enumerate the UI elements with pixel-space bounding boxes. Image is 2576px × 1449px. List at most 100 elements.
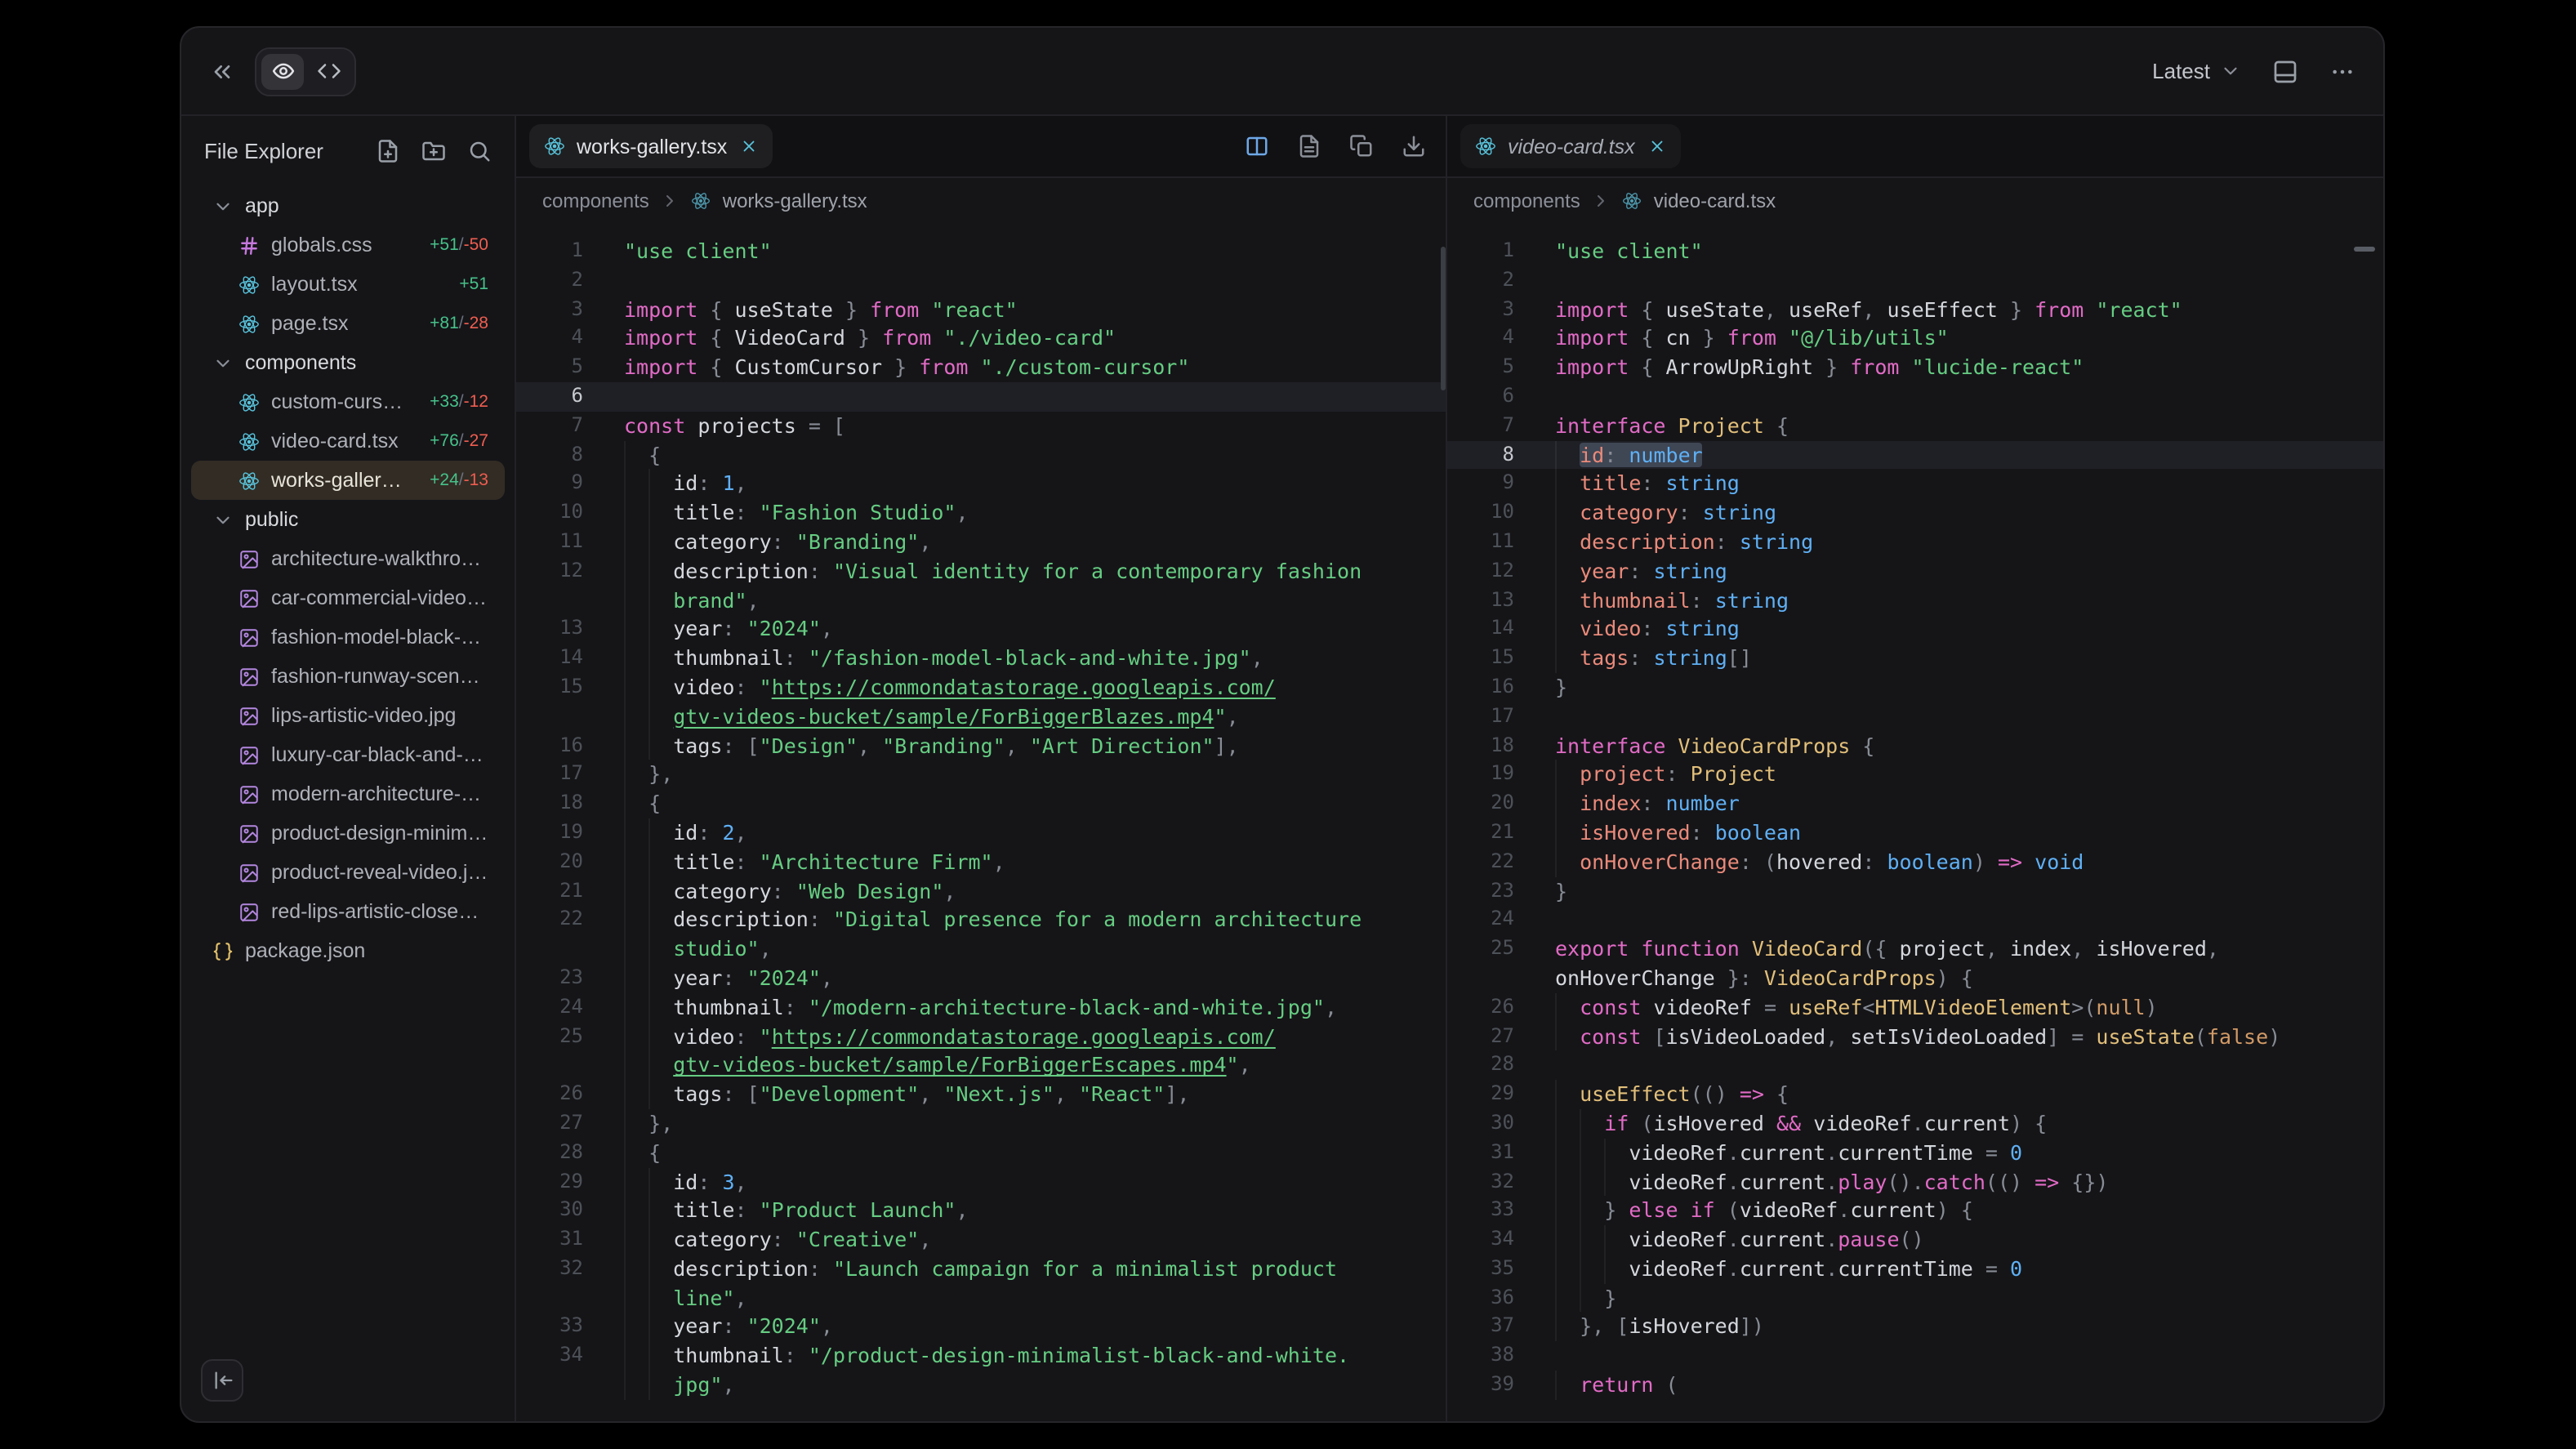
tab-video-card[interactable]: video-card.tsx xyxy=(1460,124,1681,168)
code-line-25[interactable]: 25export function VideoCard({ project, i… xyxy=(1447,934,2383,964)
code-line-28[interactable]: 28 { xyxy=(516,1138,1446,1167)
code-toggle-button[interactable] xyxy=(307,53,350,89)
code-line-33[interactable]: 33 year: "2024", xyxy=(516,1313,1446,1342)
code-line-14[interactable]: 14 video: string xyxy=(1447,615,2383,644)
code-line-12[interactable]: 12 description: "Visual identity for a c… xyxy=(516,557,1446,586)
code-line-22[interactable]: 22 onHoverChange: (hovered: boolean) => … xyxy=(1447,847,2383,876)
code-line-9[interactable]: 9 title: string xyxy=(1447,470,2383,499)
code-line-3[interactable]: 3import { useState } from "react" xyxy=(516,295,1446,324)
code-line-19[interactable]: 19 id: 2, xyxy=(516,818,1446,848)
code-line-wrap[interactable]: line", xyxy=(516,1283,1446,1313)
split-view-button[interactable] xyxy=(1245,134,1269,158)
search-button[interactable] xyxy=(467,138,492,163)
code-line-36[interactable]: 36 } xyxy=(1447,1283,2383,1313)
code-line-31[interactable]: 31 category: "Creative", xyxy=(516,1225,1446,1255)
code-line-wrap[interactable]: jpg", xyxy=(516,1371,1446,1400)
code-line-wrap[interactable]: onHoverChange }: VideoCardProps) { xyxy=(1447,964,2383,993)
code-line-38[interactable]: 38 xyxy=(1447,1342,2383,1371)
code-line-8[interactable]: 8 { xyxy=(516,440,1446,470)
file-item-custom-curs[interactable]: custom-curs…+33/-12 xyxy=(191,382,505,421)
code-line-18[interactable]: 18 { xyxy=(516,789,1446,818)
close-tab-icon[interactable] xyxy=(1648,137,1666,155)
code-line-5[interactable]: 5import { CustomCursor } from "./custom-… xyxy=(516,353,1446,382)
code-line-35[interactable]: 35 videoRef.current.currentTime = 0 xyxy=(1447,1255,2383,1284)
code-line-20[interactable]: 20 title: "Architecture Firm", xyxy=(516,847,1446,876)
code-line-wrap[interactable]: gtv-videos-bucket/sample/ForBiggerBlazes… xyxy=(516,702,1446,732)
code-line-19[interactable]: 19 project: Project xyxy=(1447,760,2383,790)
code-line-4[interactable]: 4import { cn } from "@/lib/utils" xyxy=(1447,324,2383,354)
code-line-23[interactable]: 23} xyxy=(1447,876,2383,906)
code-line-10[interactable]: 10 title: "Fashion Studio", xyxy=(516,498,1446,528)
code-line-24[interactable]: 24 xyxy=(1447,906,2383,935)
code-line-31[interactable]: 31 videoRef.current.currentTime = 0 xyxy=(1447,1138,2383,1167)
code-line-13[interactable]: 13 year: "2024", xyxy=(516,615,1446,644)
code-line-33[interactable]: 33 } else if (videoRef.current) { xyxy=(1447,1197,2383,1226)
code-line-34[interactable]: 34 videoRef.current.pause() xyxy=(1447,1225,2383,1255)
code-line-18[interactable]: 18interface VideoCardProps { xyxy=(1447,731,2383,760)
file-item-layout.tsx[interactable]: layout.tsx+51 xyxy=(191,265,505,304)
file-item-page.tsx[interactable]: page.tsx+81/-28 xyxy=(191,304,505,343)
file-item-works-galler[interactable]: works-galler…+24/-13 xyxy=(191,461,505,500)
code-line-1[interactable]: 1"use client" xyxy=(516,237,1446,266)
code-line-24[interactable]: 24 thumbnail: "/modern-architecture-blac… xyxy=(516,992,1446,1022)
folder-item-components[interactable]: components xyxy=(191,343,505,382)
folder-item-app[interactable]: app xyxy=(191,186,505,225)
code-line-39[interactable]: 39 return ( xyxy=(1447,1371,2383,1400)
breadcrumb-file[interactable]: works-gallery.tsx xyxy=(723,189,867,212)
code-line-32[interactable]: 32 description: "Launch campaign for a m… xyxy=(516,1255,1446,1284)
code-editor-video-card[interactable]: 1"use client"23import { useState, useRef… xyxy=(1447,224,2383,1421)
file-item-product-reveal-video.j[interactable]: product-reveal-video.j… xyxy=(191,853,505,892)
code-line-26[interactable]: 26 tags: ["Development", "Next.js", "Rea… xyxy=(516,1080,1446,1109)
code-line-15[interactable]: 15 video: "https://commondatastorage.goo… xyxy=(516,673,1446,702)
breadcrumb-folder[interactable]: components xyxy=(1473,189,1580,212)
code-line-32[interactable]: 32 videoRef.current.play().catch(() => {… xyxy=(1447,1167,2383,1197)
code-line-21[interactable]: 21 isHovered: boolean xyxy=(1447,818,2383,848)
code-line-37[interactable]: 37 }, [isHovered]) xyxy=(1447,1313,2383,1342)
file-item-package.json[interactable]: package.json xyxy=(191,931,505,970)
code-line-wrap[interactable]: gtv-videos-bucket/sample/ForBiggerEscape… xyxy=(516,1051,1446,1081)
code-line-2[interactable]: 2 xyxy=(1447,266,2383,296)
file-item-car-commercial-video[interactable]: car-commercial-video… xyxy=(191,578,505,617)
diff-file-button[interactable] xyxy=(1297,134,1321,158)
code-line-10[interactable]: 10 category: string xyxy=(1447,498,2383,528)
version-dropdown[interactable]: Latest xyxy=(2152,59,2241,83)
code-line-wrap[interactable]: brand", xyxy=(516,586,1446,615)
file-item-video-card.tsx[interactable]: video-card.tsx+76/-27 xyxy=(191,421,505,461)
code-line-26[interactable]: 26 const videoRef = useRef<HTMLVideoElem… xyxy=(1447,992,2383,1022)
file-item-modern-architecture-[interactable]: modern-architecture-… xyxy=(191,774,505,814)
code-line-16[interactable]: 16} xyxy=(1447,673,2383,702)
preview-toggle-button[interactable] xyxy=(261,53,304,89)
code-line-29[interactable]: 29 id: 3, xyxy=(516,1167,1446,1197)
code-line-4[interactable]: 4import { VideoCard } from "./video-card… xyxy=(516,324,1446,354)
code-line-16[interactable]: 16 tags: ["Design", "Branding", "Art Dir… xyxy=(516,731,1446,760)
code-line-27[interactable]: 27 const [isVideoLoaded, setIsVideoLoade… xyxy=(1447,1022,2383,1051)
code-line-2[interactable]: 2 xyxy=(516,266,1446,296)
code-line-8[interactable]: 8 id: number xyxy=(1447,440,2383,470)
code-line-22[interactable]: 22 description: "Digital presence for a … xyxy=(516,906,1446,935)
new-file-button[interactable] xyxy=(376,138,400,163)
copy-button[interactable] xyxy=(1349,134,1374,158)
code-line-17[interactable]: 17 }, xyxy=(516,760,1446,790)
code-line-25[interactable]: 25 video: "https://commondatastorage.goo… xyxy=(516,1022,1446,1051)
code-line-30[interactable]: 30 title: "Product Launch", xyxy=(516,1197,1446,1226)
code-editor-works-gallery[interactable]: 1"use client"23import { useState } from … xyxy=(516,224,1446,1421)
code-line-6[interactable]: 6 xyxy=(1447,382,2383,412)
code-line-7[interactable]: 7interface Project { xyxy=(1447,412,2383,441)
code-line-34[interactable]: 34 thumbnail: "/product-design-minimalis… xyxy=(516,1342,1446,1371)
file-item-lips-artistic-video.jpg[interactable]: lips-artistic-video.jpg xyxy=(191,696,505,735)
code-line-9[interactable]: 9 id: 1, xyxy=(516,470,1446,499)
code-line-28[interactable]: 28 xyxy=(1447,1051,2383,1081)
folder-item-public[interactable]: public xyxy=(191,500,505,539)
file-item-luxury-car-black-and-[interactable]: luxury-car-black-and-… xyxy=(191,735,505,774)
breadcrumb-folder[interactable]: components xyxy=(542,189,649,212)
code-line-5[interactable]: 5import { ArrowUpRight } from "lucide-re… xyxy=(1447,353,2383,382)
code-line-13[interactable]: 13 thumbnail: string xyxy=(1447,586,2383,615)
code-line-14[interactable]: 14 thumbnail: "/fashion-model-black-and-… xyxy=(516,644,1446,673)
code-line-11[interactable]: 11 description: string xyxy=(1447,528,2383,557)
file-item-architecture-walkthro[interactable]: architecture-walkthro… xyxy=(191,539,505,578)
close-tab-icon[interactable] xyxy=(740,137,758,155)
download-button[interactable] xyxy=(1402,134,1426,158)
file-item-fashion-runway-scen[interactable]: fashion-runway-scen… xyxy=(191,657,505,696)
collapse-panel-button[interactable] xyxy=(209,58,235,84)
code-line-21[interactable]: 21 category: "Web Design", xyxy=(516,876,1446,906)
